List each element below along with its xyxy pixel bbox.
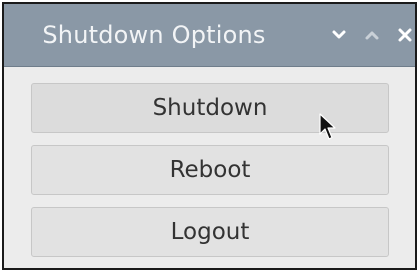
shutdown-button[interactable]: Shutdown bbox=[31, 83, 389, 133]
reboot-button[interactable]: Reboot bbox=[31, 145, 389, 195]
window-title: Shutdown Options bbox=[42, 21, 266, 49]
chevron-up-icon bbox=[365, 31, 379, 40]
minimize-button[interactable] bbox=[326, 22, 352, 48]
logout-button[interactable]: Logout bbox=[31, 207, 389, 257]
shutdown-options-dialog: Shutdown Options Shutdown Reboot Logout bbox=[2, 2, 417, 270]
chevron-down-icon bbox=[332, 30, 346, 39]
title-bar[interactable]: Shutdown Options bbox=[4, 4, 415, 67]
close-icon bbox=[398, 28, 412, 42]
dialog-content: Shutdown Reboot Logout bbox=[4, 67, 415, 268]
maximize-button[interactable] bbox=[359, 22, 385, 48]
close-button[interactable] bbox=[392, 22, 415, 48]
